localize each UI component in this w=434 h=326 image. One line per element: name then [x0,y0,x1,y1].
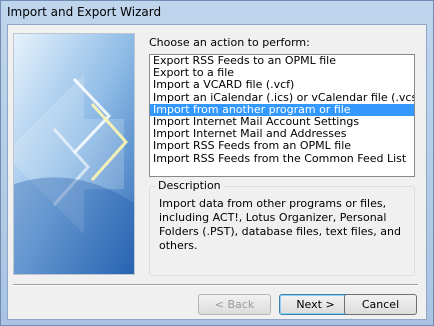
action-item-import-vcard[interactable]: Import a VCARD file (.vcf) [150,79,414,91]
back-button[interactable]: < Back [198,294,271,315]
wizard-window: Import and Export Wizard Choose an actio… [0,0,434,326]
action-prompt-label: Choose an action to perform: [149,36,310,49]
button-separator [13,284,418,286]
window-title: Import and Export Wizard [7,5,162,19]
wizard-client-area: Choose an action to perform: Export RSS … [7,24,427,320]
cancel-button[interactable]: Cancel [344,294,417,315]
description-group: Description Import data from other progr… [149,179,415,276]
next-button[interactable]: Next > [279,294,352,315]
title-bar[interactable]: Import and Export Wizard [1,1,433,23]
description-label: Description [155,179,224,192]
wizard-arrows-icon [14,34,134,274]
action-item-import-rss-opml[interactable]: Import RSS Feeds from an OPML file [150,140,414,152]
description-text: Import data from other programs or files… [159,197,401,252]
action-item-import-icalendar[interactable]: Import an iCalendar (.ics) or vCalendar … [150,91,414,104]
action-listbox[interactable]: Export RSS Feeds to an OPML file Export … [149,54,415,177]
action-item-import-rss-common-feed[interactable]: Import RSS Feeds from the Common Feed Li… [150,152,414,165]
wizard-banner-image [13,33,135,275]
